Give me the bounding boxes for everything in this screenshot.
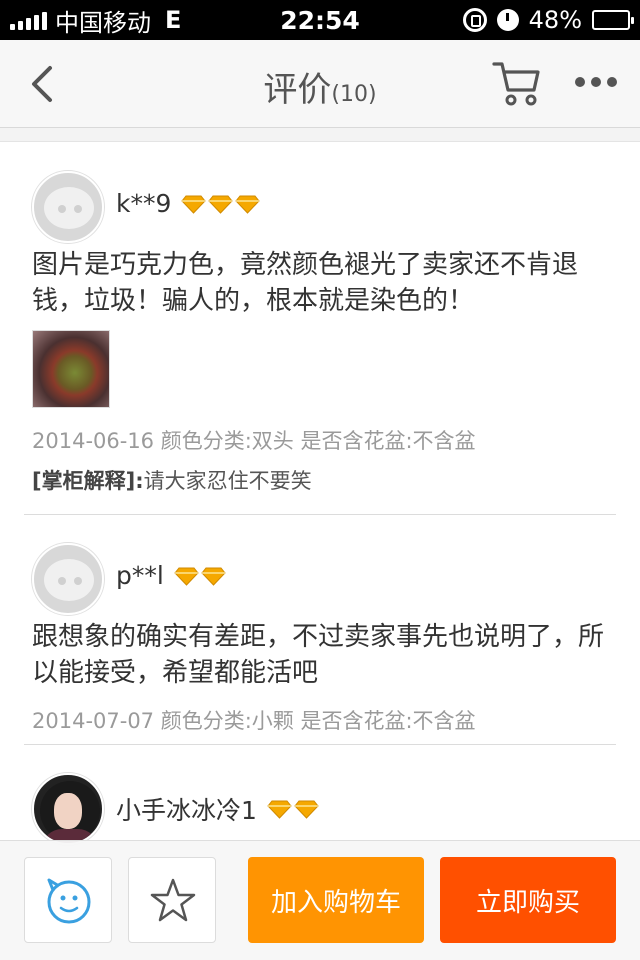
network-type: E — [165, 6, 182, 34]
review-list[interactable]: k**9 图片是巧克力色，竟然颜色褪光了卖家还不肯退钱，垃圾！骗人的，根本就是染… — [0, 143, 640, 945]
seller-reply-label: [掌柜解释]: — [32, 469, 144, 493]
bottom-action-bar: 加入购物车 立即购买 — [0, 840, 640, 960]
rotation-lock-icon — [462, 8, 487, 32]
status-bar: 中国移动 E 22:54 48% — [0, 0, 640, 40]
diamond-icon — [201, 567, 226, 586]
page-title: 评价(10) — [0, 62, 640, 111]
user-avatar-photo[interactable] — [32, 773, 104, 845]
buy-now-button[interactable]: 立即购买 — [440, 857, 616, 943]
buyer-level-gems — [174, 566, 226, 586]
default-avatar-icon[interactable] — [32, 543, 104, 615]
add-to-cart-button[interactable]: 加入购物车 — [248, 857, 424, 943]
battery-icon — [592, 10, 634, 30]
review-text: 跟想象的确实有差距，不过卖家事先也说明了，所以能接受，希望都能活吧 — [32, 622, 605, 688]
review-username: p**l — [116, 561, 164, 590]
favorite-button[interactable] — [128, 857, 216, 943]
page-title-text: 评价 — [263, 70, 332, 110]
signal-icon — [10, 10, 47, 30]
review-item: p**l 跟想象的确实有差距，不过卖家事先也说明了，所以能接受，希望都能活吧 2… — [24, 515, 616, 745]
diamond-icon — [235, 195, 261, 214]
seller-reply-text: 请大家忍住不要笑 — [143, 469, 312, 493]
review-count: (10) — [331, 82, 377, 107]
review-text: 图片是巧克力色，竟然颜色褪光了卖家还不肯退钱，垃圾！骗人的，根本就是染色的！ — [32, 250, 579, 316]
alarm-icon — [496, 9, 519, 31]
diamond-icon — [267, 800, 292, 819]
diamond-icon — [181, 195, 207, 214]
diamond-icon — [294, 800, 319, 819]
review-username: k**9 — [116, 189, 172, 218]
default-avatar-icon[interactable] — [32, 171, 104, 243]
customer-service-button[interactable] — [24, 857, 112, 943]
service-icon — [47, 878, 91, 924]
seller-reply: [掌柜解释]:请大家忍住不要笑 — [32, 465, 312, 495]
review-photo-thumbnail[interactable] — [32, 330, 110, 408]
more-icon[interactable] — [574, 70, 618, 94]
cart-icon[interactable] — [490, 58, 542, 108]
buyer-level-gems — [181, 194, 261, 214]
review-username: 小手冰冰冷1 — [116, 796, 257, 825]
review-meta: 2014-07-07 颜色分类:小颗 是否含花盆:不含盆 — [32, 709, 476, 733]
diamond-icon — [174, 567, 199, 586]
review-meta: 2014-06-16 颜色分类:双头 是否含花盆:不含盆 — [32, 429, 476, 453]
nav-divider — [0, 128, 640, 142]
star-icon — [150, 878, 196, 922]
carrier-label: 中国移动 — [55, 8, 151, 37]
review-item: k**9 图片是巧克力色，竟然颜色褪光了卖家还不肯退钱，垃圾！骗人的，根本就是染… — [24, 143, 616, 515]
battery-percent: 48% — [528, 6, 582, 34]
buyer-level-gems — [267, 799, 319, 819]
nav-bar: 评价(10) — [0, 40, 640, 128]
diamond-icon — [208, 195, 234, 214]
